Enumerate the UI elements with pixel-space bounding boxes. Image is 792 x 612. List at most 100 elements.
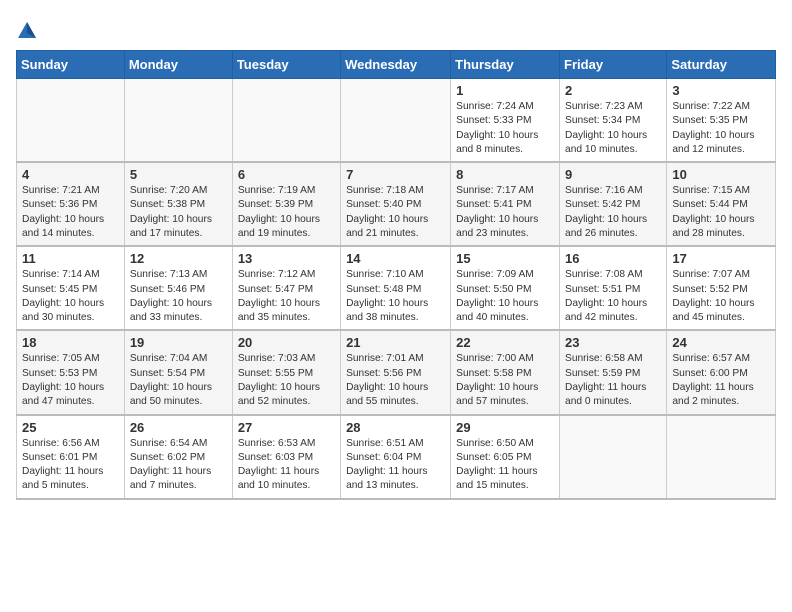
- calendar-cell: 8 Sunrise: 7:17 AM Sunset: 5:41 PM Daylig…: [451, 162, 560, 246]
- day-number: 2: [565, 83, 661, 98]
- calendar-cell: 27 Sunrise: 6:53 AM Sunset: 6:03 PM Dayli…: [232, 415, 340, 499]
- day-info: Sunrise: 6:57 AM Sunset: 6:00 PM Dayligh…: [672, 352, 770, 409]
- week-row-3: 11 Sunrise: 7:14 AM Sunset: 5:45 PM Dayli…: [17, 246, 776, 330]
- day-info: Sunrise: 7:13 AM Sunset: 5:46 PM Dayligh…: [130, 268, 227, 325]
- weekday-header-friday: Friday: [560, 51, 667, 79]
- day-number: 22: [456, 335, 554, 350]
- calendar-cell: 17 Sunrise: 7:07 AM Sunset: 5:52 PM Dayli…: [667, 246, 776, 330]
- day-info: Sunrise: 7:18 AM Sunset: 5:40 PM Dayligh…: [346, 184, 445, 241]
- weekday-header-saturday: Saturday: [667, 51, 776, 79]
- day-number: 6: [238, 167, 335, 182]
- day-info: Sunrise: 7:00 AM Sunset: 5:58 PM Dayligh…: [456, 352, 554, 409]
- week-row-2: 4 Sunrise: 7:21 AM Sunset: 5:36 PM Daylig…: [17, 162, 776, 246]
- day-info: Sunrise: 6:58 AM Sunset: 5:59 PM Dayligh…: [565, 352, 661, 409]
- calendar-cell: 21 Sunrise: 7:01 AM Sunset: 5:56 PM Dayli…: [341, 330, 451, 414]
- day-info: Sunrise: 7:01 AM Sunset: 5:56 PM Dayligh…: [346, 352, 445, 409]
- page-header: [16, 16, 776, 42]
- logo: [16, 20, 42, 42]
- calendar-cell: 22 Sunrise: 7:00 AM Sunset: 5:58 PM Dayli…: [451, 330, 560, 414]
- calendar-cell: 9Sunrise: 7:16 AM Sunset: 5:42 PM Daylig…: [560, 162, 667, 246]
- day-number: 20: [238, 335, 335, 350]
- day-number: 12: [130, 251, 227, 266]
- day-number: 13: [238, 251, 335, 266]
- day-number: 10: [672, 167, 770, 182]
- weekday-header-tuesday: Tuesday: [232, 51, 340, 79]
- calendar-cell: 20 Sunrise: 7:03 AM Sunset: 5:55 PM Dayli…: [232, 330, 340, 414]
- day-number: 23: [565, 335, 661, 350]
- day-info: Sunrise: 7:07 AM Sunset: 5:52 PM Dayligh…: [672, 268, 770, 325]
- day-info: Sunrise: 6:56 AM Sunset: 6:01 PM Dayligh…: [22, 437, 119, 494]
- day-info: Sunrise: 7:04 AM Sunset: 5:54 PM Dayligh…: [130, 352, 227, 409]
- day-info: Sunrise: 6:50 AM Sunset: 6:05 PM Dayligh…: [456, 437, 554, 494]
- day-number: 24: [672, 335, 770, 350]
- week-row-4: 18Sunrise: 7:05 AM Sunset: 5:53 PM Dayli…: [17, 330, 776, 414]
- logo-icon: [16, 20, 38, 42]
- week-row-5: 25 Sunrise: 6:56 AM Sunset: 6:01 PM Dayli…: [17, 415, 776, 499]
- weekday-header-sunday: Sunday: [17, 51, 125, 79]
- calendar-cell: 23 Sunrise: 6:58 AM Sunset: 5:59 PM Dayli…: [560, 330, 667, 414]
- day-number: 11: [22, 251, 119, 266]
- calendar-cell: 19 Sunrise: 7:04 AM Sunset: 5:54 PM Dayli…: [124, 330, 232, 414]
- calendar-cell: 4 Sunrise: 7:21 AM Sunset: 5:36 PM Daylig…: [17, 162, 125, 246]
- day-info: Sunrise: 7:23 AM Sunset: 5:34 PM Dayligh…: [565, 100, 661, 157]
- calendar-cell: 1Sunrise: 7:24 AM Sunset: 5:33 PM Daylig…: [451, 79, 560, 163]
- day-number: 4: [22, 167, 119, 182]
- day-number: 19: [130, 335, 227, 350]
- day-number: 25: [22, 420, 119, 435]
- day-info: Sunrise: 7:17 AM Sunset: 5:41 PM Dayligh…: [456, 184, 554, 241]
- day-number: 17: [672, 251, 770, 266]
- day-info: Sunrise: 7:09 AM Sunset: 5:50 PM Dayligh…: [456, 268, 554, 325]
- calendar-cell: [17, 79, 125, 163]
- day-number: 3: [672, 83, 770, 98]
- calendar-cell: 26 Sunrise: 6:54 AM Sunset: 6:02 PM Dayli…: [124, 415, 232, 499]
- day-info: Sunrise: 7:19 AM Sunset: 5:39 PM Dayligh…: [238, 184, 335, 241]
- calendar-cell: [124, 79, 232, 163]
- day-info: Sunrise: 7:03 AM Sunset: 5:55 PM Dayligh…: [238, 352, 335, 409]
- weekday-header-row: SundayMondayTuesdayWednesdayThursdayFrid…: [17, 51, 776, 79]
- day-number: 1: [456, 83, 554, 98]
- calendar-cell: 13 Sunrise: 7:12 AM Sunset: 5:47 PM Dayli…: [232, 246, 340, 330]
- day-info: Sunrise: 6:54 AM Sunset: 6:02 PM Dayligh…: [130, 437, 227, 494]
- weekday-header-monday: Monday: [124, 51, 232, 79]
- weekday-header-wednesday: Wednesday: [341, 51, 451, 79]
- calendar-cell: [667, 415, 776, 499]
- calendar: SundayMondayTuesdayWednesdayThursdayFrid…: [16, 50, 776, 500]
- day-number: 28: [346, 420, 445, 435]
- day-info: Sunrise: 6:51 AM Sunset: 6:04 PM Dayligh…: [346, 437, 445, 494]
- day-number: 26: [130, 420, 227, 435]
- calendar-cell: 10 Sunrise: 7:15 AM Sunset: 5:44 PM Dayli…: [667, 162, 776, 246]
- calendar-cell: 3 Sunrise: 7:22 AM Sunset: 5:35 PM Daylig…: [667, 79, 776, 163]
- day-number: 21: [346, 335, 445, 350]
- weekday-header-thursday: Thursday: [451, 51, 560, 79]
- calendar-cell: 24 Sunrise: 6:57 AM Sunset: 6:00 PM Dayli…: [667, 330, 776, 414]
- day-number: 7: [346, 167, 445, 182]
- calendar-cell: [560, 415, 667, 499]
- day-info: Sunrise: 7:14 AM Sunset: 5:45 PM Dayligh…: [22, 268, 119, 325]
- week-row-1: 1Sunrise: 7:24 AM Sunset: 5:33 PM Daylig…: [17, 79, 776, 163]
- calendar-cell: 18Sunrise: 7:05 AM Sunset: 5:53 PM Dayli…: [17, 330, 125, 414]
- day-number: 8: [456, 167, 554, 182]
- calendar-cell: 5 Sunrise: 7:20 AM Sunset: 5:38 PM Daylig…: [124, 162, 232, 246]
- day-info: Sunrise: 7:15 AM Sunset: 5:44 PM Dayligh…: [672, 184, 770, 241]
- calendar-cell: 7 Sunrise: 7:18 AM Sunset: 5:40 PM Daylig…: [341, 162, 451, 246]
- day-info: Sunrise: 7:10 AM Sunset: 5:48 PM Dayligh…: [346, 268, 445, 325]
- day-info: Sunrise: 7:22 AM Sunset: 5:35 PM Dayligh…: [672, 100, 770, 157]
- calendar-cell: 16Sunrise: 7:08 AM Sunset: 5:51 PM Dayli…: [560, 246, 667, 330]
- calendar-cell: 28 Sunrise: 6:51 AM Sunset: 6:04 PM Dayli…: [341, 415, 451, 499]
- day-info: Sunrise: 7:20 AM Sunset: 5:38 PM Dayligh…: [130, 184, 227, 241]
- day-number: 29: [456, 420, 554, 435]
- day-info: Sunrise: 7:21 AM Sunset: 5:36 PM Dayligh…: [22, 184, 119, 241]
- calendar-cell: 12 Sunrise: 7:13 AM Sunset: 5:46 PM Dayli…: [124, 246, 232, 330]
- day-number: 5: [130, 167, 227, 182]
- calendar-cell: 14 Sunrise: 7:10 AM Sunset: 5:48 PM Dayli…: [341, 246, 451, 330]
- calendar-cell: 11 Sunrise: 7:14 AM Sunset: 5:45 PM Dayli…: [17, 246, 125, 330]
- day-number: 18: [22, 335, 119, 350]
- day-number: 27: [238, 420, 335, 435]
- day-info: Sunrise: 7:08 AM Sunset: 5:51 PM Dayligh…: [565, 268, 661, 325]
- day-info: Sunrise: 7:12 AM Sunset: 5:47 PM Dayligh…: [238, 268, 335, 325]
- calendar-cell: 6 Sunrise: 7:19 AM Sunset: 5:39 PM Daylig…: [232, 162, 340, 246]
- calendar-cell: 15Sunrise: 7:09 AM Sunset: 5:50 PM Dayli…: [451, 246, 560, 330]
- day-info: Sunrise: 6:53 AM Sunset: 6:03 PM Dayligh…: [238, 437, 335, 494]
- calendar-cell: 29 Sunrise: 6:50 AM Sunset: 6:05 PM Dayli…: [451, 415, 560, 499]
- day-number: 14: [346, 251, 445, 266]
